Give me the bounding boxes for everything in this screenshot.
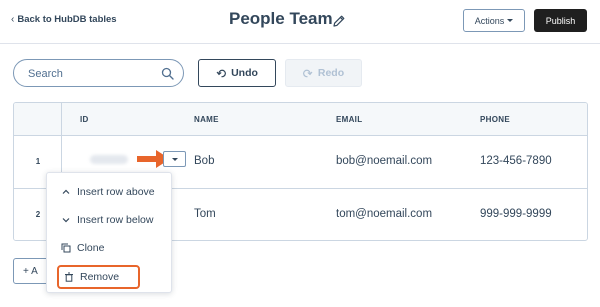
top-bar: ‹ Back to HubDB tables People Team Actio… [0,0,600,44]
menu-item-clone[interactable]: Clone [47,234,171,262]
menu-item-label: Insert row below [77,214,154,226]
search-icon[interactable] [161,67,174,80]
cell-phone[interactable]: 999-999-9999 [480,208,552,220]
publish-button[interactable]: Publish [534,9,587,32]
search-box[interactable] [13,59,184,87]
row-actions-menu: Insert row above Insert row below Clone … [46,172,172,293]
cell-phone[interactable]: 123-456-7890 [480,155,552,167]
menu-item-remove[interactable]: Remove [57,265,140,289]
undo-label: Undo [231,67,258,79]
redo-label: Redo [317,67,345,79]
menu-item-insert-row-above[interactable]: Insert row above [47,178,171,206]
table-header: ID NAME EMAIL PHONE [14,103,587,136]
caret-down-icon [171,157,178,161]
back-link-label: Back to HubDB tables [17,14,117,25]
menu-item-label: Clone [77,242,105,254]
chevron-up-icon [62,189,70,194]
row-index: 1 [35,157,41,166]
cell-email[interactable]: bob@noemail.com [336,155,432,167]
actions-button-label: Actions [474,15,505,26]
actions-button[interactable]: Actions [463,9,525,32]
column-header-id[interactable]: ID [80,115,89,124]
cell-email[interactable]: tom@noemail.com [336,208,432,220]
chevron-down-icon [62,218,70,223]
column-header-name[interactable]: NAME [194,115,219,124]
menu-item-label: Insert row above [77,186,155,198]
row-actions-dropdown-button[interactable] [163,151,186,167]
undo-icon [216,69,227,78]
cell-name[interactable]: Tom [194,208,216,220]
index-column-header [14,103,62,136]
clone-icon [61,243,71,253]
cell-name[interactable]: Bob [194,155,214,167]
column-header-phone[interactable]: PHONE [480,115,510,124]
undo-button[interactable]: Undo [198,59,276,87]
chevron-left-icon: ‹ [11,14,15,25]
menu-item-label: Remove [80,271,120,283]
redo-button[interactable]: Redo [285,59,362,87]
redacted-id [90,155,128,164]
trash-icon [65,272,73,282]
redo-icon [302,69,313,78]
page-title: People Team [229,9,333,28]
back-link[interactable]: ‹ Back to HubDB tables [11,14,117,25]
caret-down-icon [507,19,514,22]
pencil-icon[interactable] [332,14,346,28]
search-input[interactable] [26,66,156,82]
menu-item-insert-row-below[interactable]: Insert row below [47,206,171,234]
column-header-email[interactable]: EMAIL [336,115,362,124]
